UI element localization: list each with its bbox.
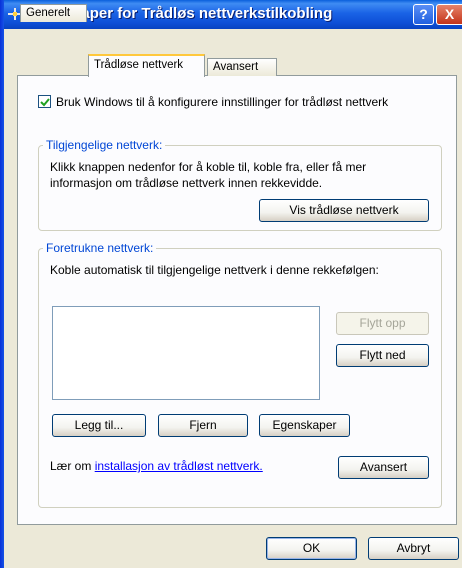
available-networks-text-1: Klikk knappen nedenfor for å koble til, … [50,160,367,174]
available-networks-legend: Tilgjengelige nettverk: [43,138,166,152]
learn-about-text: Lær om installasjon av trådløst nettverk… [50,459,263,473]
advanced-button[interactable]: Avansert [338,456,429,479]
view-wireless-networks-button[interactable]: Vis trådløse nettverk [259,199,429,222]
cancel-button[interactable]: Avbryt [368,537,459,560]
tab-wireless-networks[interactable]: Trådløse nettverk [88,54,205,77]
window-frame-left [0,0,4,568]
learn-about-prefix: Lær om [50,459,95,473]
ok-button[interactable]: OK [266,537,357,560]
remove-button[interactable]: Fjern [158,414,248,437]
move-down-button[interactable]: Flytt ned [336,344,429,367]
help-button[interactable]: ? [413,4,434,25]
tab-advanced[interactable]: Avansert [207,58,277,76]
add-button[interactable]: Legg til... [52,414,146,437]
preferred-networks-legend: Foretrukne nettverk: [43,241,157,255]
checkmark-icon [40,98,50,107]
available-networks-text-2: informasjon om trådløse nettverk innen r… [50,176,323,190]
use-windows-label[interactable]: Bruk Windows til å konfigurere innstilli… [56,95,388,109]
preferred-networks-description: Koble automatisk til tilgjengelige nettv… [50,263,379,277]
close-button[interactable]: X [436,4,462,25]
learn-wireless-setup-link[interactable]: installasjon av trådløst nettverk. [95,459,263,473]
properties-button[interactable]: Egenskaper [259,414,350,437]
tab-general[interactable]: Generelt [20,4,87,22]
preferred-networks-list[interactable] [52,306,320,400]
move-up-button[interactable]: Flytt opp [336,312,429,335]
properties-dialog: Egenskaper for Trådløs nettverkstilkobli… [0,0,462,568]
use-windows-checkbox[interactable] [38,95,51,108]
